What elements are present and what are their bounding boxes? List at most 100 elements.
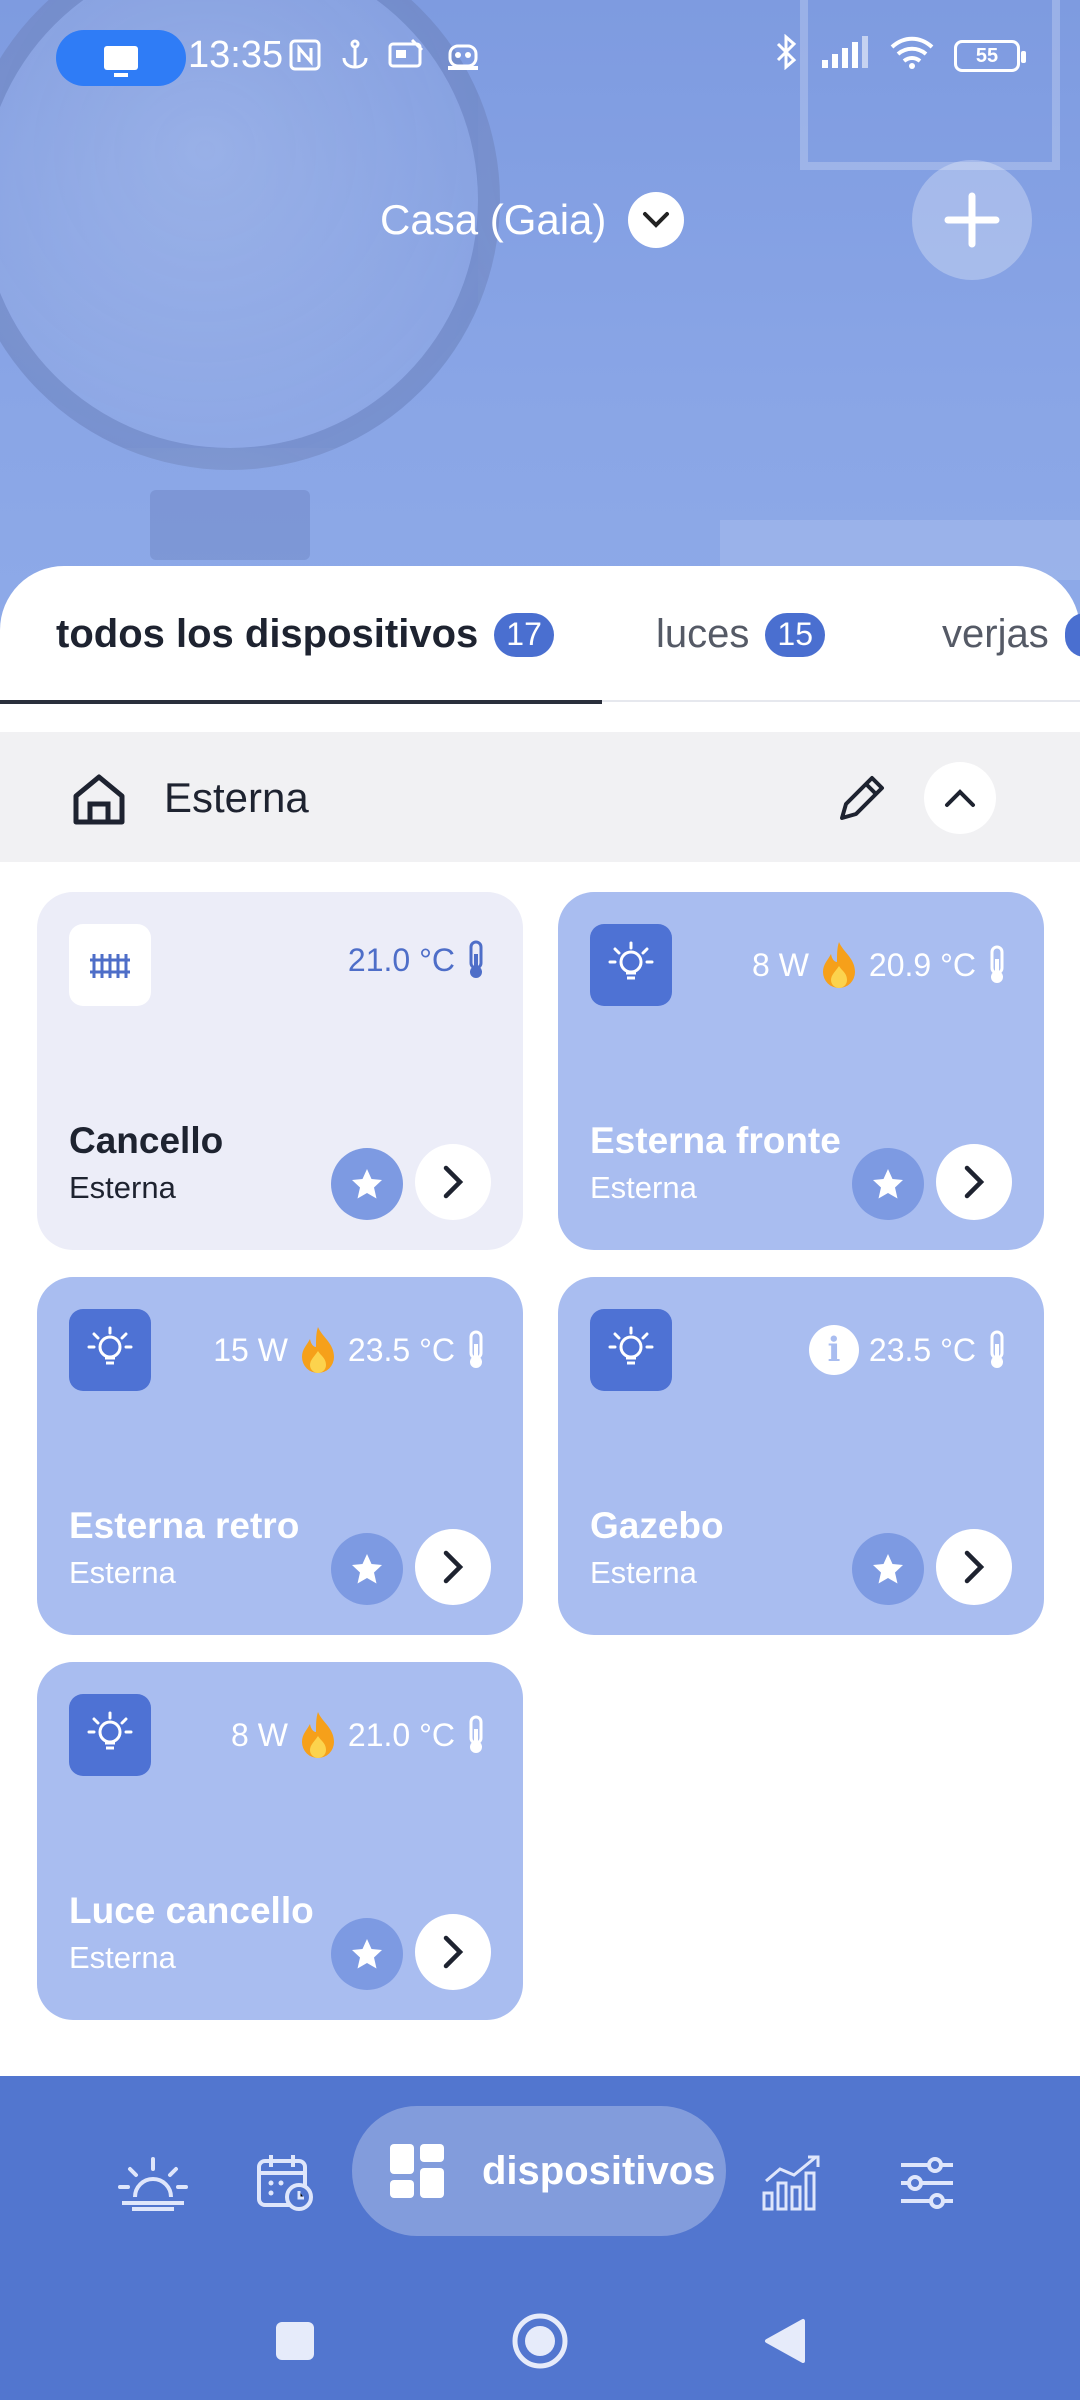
house-icon	[72, 772, 126, 831]
favorite-button[interactable]	[852, 1533, 924, 1605]
nfc-icon	[288, 38, 322, 80]
temperature-value: 23.5 °C	[347, 1331, 455, 1368]
tab-gates[interactable]: verjas	[942, 612, 1080, 657]
chevron-up-icon	[945, 789, 975, 807]
open-device-button[interactable]	[415, 1529, 491, 1605]
temperature-value: 21.0 °C	[347, 941, 455, 978]
fire-icon	[301, 1712, 334, 1758]
nav-statistics[interactable]	[748, 2138, 838, 2228]
recent-apps-button[interactable]	[260, 2306, 330, 2376]
star-icon	[352, 1939, 382, 1969]
chart-icon	[762, 2155, 820, 2211]
active-tab-indicator	[0, 700, 602, 704]
home-button[interactable]	[505, 2306, 575, 2376]
temperature-value: 23.5 °C	[868, 1331, 976, 1368]
bluetooth-icon	[774, 33, 800, 78]
fire-icon	[301, 1327, 334, 1373]
sunrise-icon	[118, 2157, 188, 2211]
nav-scenes[interactable]	[108, 2138, 198, 2228]
chevron-right-icon	[443, 1165, 464, 1199]
sliders-icon	[901, 2157, 953, 2209]
nav-settings[interactable]	[882, 2138, 972, 2228]
room-section-header: Esterna	[0, 732, 1080, 862]
card-icon	[388, 38, 426, 80]
thermometer-icon	[990, 945, 1004, 983]
device-room: Esterna	[590, 1170, 697, 1205]
star-icon	[352, 1554, 382, 1584]
favorite-button[interactable]	[331, 1533, 403, 1605]
battery-icon: 55	[954, 40, 1026, 72]
chevron-right-icon	[443, 1550, 464, 1584]
status-bar: 13:35 55	[0, 0, 1080, 110]
signal-icon	[820, 36, 870, 76]
device-card[interactable]: 21.0 °C Cancello Esterna	[37, 892, 523, 1250]
square-icon	[276, 2322, 314, 2360]
chevron-right-icon	[443, 1935, 464, 1969]
bulb-icon	[590, 924, 672, 1006]
fire-icon	[822, 942, 855, 988]
back-triangle-icon	[765, 2319, 805, 2363]
open-device-button[interactable]	[936, 1529, 1012, 1605]
thermometer-icon	[469, 940, 483, 978]
collapse-button[interactable]	[924, 762, 996, 834]
home-name: Casa (Gaia)	[380, 196, 607, 243]
nav-devices[interactable]: dispositivos	[352, 2106, 726, 2236]
status-time: 13:35	[188, 34, 284, 76]
device-name: Gazebo	[590, 1505, 724, 1546]
favorite-button[interactable]	[852, 1148, 924, 1220]
power-value: 8 W	[752, 946, 809, 983]
temperature-value: 20.9 °C	[868, 946, 976, 983]
tab-all-devices[interactable]: todos los dispositivos 17	[56, 612, 554, 657]
device-name: Esterna fronte	[590, 1120, 841, 1161]
favorite-button[interactable]	[331, 1918, 403, 1990]
dashboard-icon	[390, 2144, 444, 2198]
edit-icon[interactable]	[834, 770, 890, 831]
device-card[interactable]: 8 W 20.9 °C Esterna fronte Esterna	[558, 892, 1044, 1250]
back-button[interactable]	[750, 2306, 820, 2376]
device-card[interactable]: 15 W 23.5 °C Esterna retro Esterna	[37, 1277, 523, 1635]
chevron-right-icon	[964, 1165, 985, 1199]
device-name: Cancello	[69, 1120, 224, 1161]
tab-lights[interactable]: luces 15	[656, 612, 825, 657]
star-icon	[352, 1169, 382, 1199]
info-icon[interactable]: i	[808, 1325, 859, 1375]
chevron-down-icon	[628, 192, 685, 248]
home-selector[interactable]: Casa (Gaia)	[380, 192, 685, 248]
home-circle-icon	[512, 2313, 568, 2369]
devices-sheet: todos los dispositivos 17 luces 15 verja…	[0, 566, 1080, 2076]
robot-icon	[444, 38, 482, 80]
screen-cast-icon[interactable]	[56, 30, 186, 86]
device-room: Esterna	[69, 1170, 176, 1205]
bulb-icon	[590, 1309, 672, 1391]
nav-schedule[interactable]	[240, 2138, 330, 2228]
temperature-value: 21.0 °C	[347, 1716, 455, 1753]
favorite-button[interactable]	[331, 1148, 403, 1220]
device-room: Esterna	[590, 1555, 697, 1590]
bulb-icon	[69, 1694, 151, 1776]
room-title: Esterna	[164, 774, 309, 821]
bottom-navigation: dispositivos	[0, 2076, 1080, 2400]
bulb-icon	[69, 1309, 151, 1391]
add-device-button[interactable]	[912, 160, 1032, 280]
open-device-button[interactable]	[415, 1914, 491, 1990]
wifi-icon	[890, 35, 934, 77]
plus-icon	[944, 192, 1000, 248]
count-badge: 17	[494, 612, 554, 657]
device-name: Luce cancello	[69, 1890, 314, 1931]
device-card[interactable]: i 23.5 °C Gazebo Esterna	[558, 1277, 1044, 1635]
device-name: Esterna retro	[69, 1505, 300, 1546]
device-card[interactable]: 8 W 21.0 °C Luce cancello Esterna	[37, 1662, 523, 2020]
thermometer-icon	[469, 1715, 483, 1753]
power-value: 15 W	[213, 1331, 288, 1368]
thermometer-icon	[990, 1330, 1004, 1368]
calendar-icon	[257, 2155, 313, 2211]
open-device-button[interactable]	[415, 1144, 491, 1220]
anchor-icon	[340, 38, 370, 80]
nav-active-label: dispositivos	[482, 2148, 716, 2193]
chevron-right-icon	[964, 1550, 985, 1584]
count-badge	[1064, 612, 1080, 657]
open-device-button[interactable]	[936, 1144, 1012, 1220]
gate-icon	[69, 924, 151, 1006]
category-tabs: todos los dispositivos 17 luces 15 verja…	[0, 566, 1080, 704]
device-room: Esterna	[69, 1555, 176, 1590]
